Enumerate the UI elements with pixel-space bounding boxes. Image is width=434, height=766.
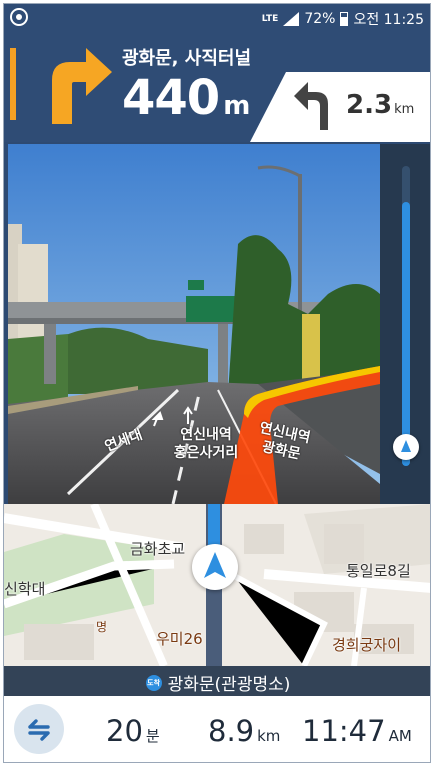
map-view[interactable]: 금화초교 통일로8길 신학대 우미26 경희궁자이 명 bbox=[4, 504, 430, 666]
clock: 오전 11:25 bbox=[353, 12, 424, 28]
navigation-arrow-icon bbox=[204, 552, 226, 578]
accent-stripe bbox=[10, 48, 16, 120]
route-options-button[interactable] bbox=[14, 704, 64, 754]
status-bar: LTE 72% 오전 11:25 bbox=[4, 4, 430, 32]
remaining-time-value: 20 bbox=[106, 714, 143, 748]
next-turn-panel[interactable]: 2.3 km bbox=[250, 72, 430, 142]
route-progress-fill bbox=[402, 202, 410, 466]
map-label-building: 우미26 bbox=[156, 630, 203, 648]
battery-percent: 72% bbox=[304, 11, 336, 27]
next-turn-distance: 2.3 km bbox=[346, 90, 414, 120]
turn-left-arrow-icon bbox=[294, 82, 328, 130]
destination-pin-icon: 도착 bbox=[145, 674, 162, 691]
network-type: LTE bbox=[261, 13, 279, 24]
next-turn-distance-unit: km bbox=[394, 102, 415, 117]
turn-instruction-panel[interactable]: 광화문, 사직터널 440 m 2.3 km bbox=[4, 32, 430, 142]
remaining-distance-value: 8.9 bbox=[208, 714, 255, 748]
lane-label-center: 연신내역 홍은사거리 bbox=[173, 427, 239, 461]
route-progress-track bbox=[402, 166, 410, 466]
arrival-time: 11:47 AM bbox=[302, 714, 412, 748]
route-progress-rail bbox=[380, 144, 430, 504]
arrival-time-suffix: AM bbox=[388, 727, 412, 745]
trip-summary-bar: 20 분 8.9 km 11:47 AM bbox=[4, 696, 430, 762]
signal-icon bbox=[283, 12, 300, 26]
remaining-time: 20 분 bbox=[106, 714, 160, 748]
turn-right-arrow-icon bbox=[52, 48, 112, 124]
battery-icon bbox=[340, 12, 349, 26]
next-turn-distance-value: 2.3 bbox=[346, 90, 393, 120]
map-label-poi: 명 bbox=[96, 620, 108, 634]
map-label-apartment: 경희궁자이 bbox=[332, 636, 402, 654]
arrival-time-value: 11:47 bbox=[302, 714, 386, 748]
turn-distance-value: 440 bbox=[122, 70, 220, 126]
turn-distance: 440 m bbox=[122, 70, 250, 126]
remaining-time-unit: 분 bbox=[145, 727, 160, 745]
map-label-university: 신학대 bbox=[4, 580, 46, 598]
route-swap-icon bbox=[28, 719, 50, 741]
turn-distance-unit: m bbox=[223, 91, 251, 121]
map-label-street: 통일로8길 bbox=[346, 562, 411, 580]
remaining-distance: 8.9 km bbox=[208, 714, 280, 748]
app-notification-icon bbox=[10, 8, 28, 26]
map-label-school: 금화초교 bbox=[130, 540, 186, 558]
destination-bar[interactable]: 도착 광화문(관광명소) bbox=[4, 666, 430, 696]
current-position-marker-icon bbox=[393, 434, 419, 460]
navigation-screen: LTE 72% 오전 11:25 광화문, 사직터널 440 m 2.3 km … bbox=[3, 3, 431, 763]
destination-name: 광화문(관광명소) bbox=[167, 675, 291, 695]
ar-camera-view[interactable]: 연세대 연신내역 홍은사거리 연신내역 광화문 bbox=[8, 144, 380, 504]
navigation-puck bbox=[192, 544, 238, 590]
turn-street-name: 광화문, 사직터널 bbox=[122, 48, 252, 69]
remaining-distance-unit: km bbox=[257, 727, 281, 745]
